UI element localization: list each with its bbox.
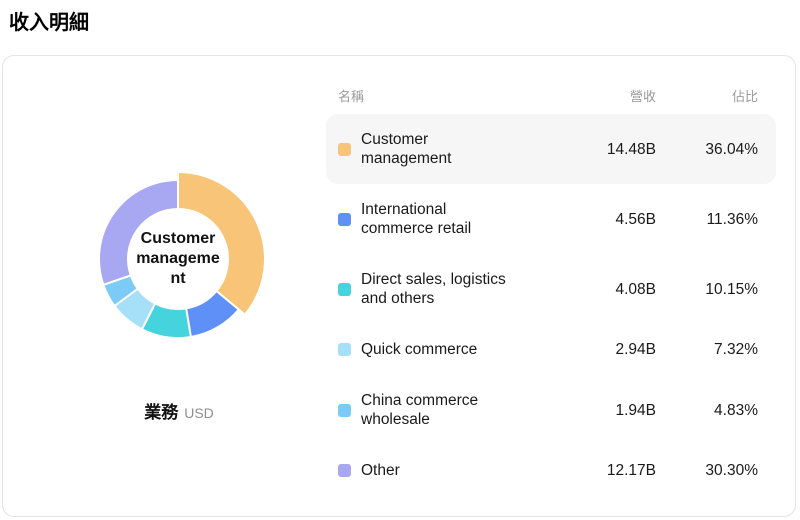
row-name-cell: International commerce retail [338, 200, 556, 238]
header-name: 名稱 [338, 88, 365, 104]
table-row[interactable]: Direct sales, logistics and others 4.08B 1… [326, 254, 776, 324]
series-share-value: 36.04% [705, 140, 758, 158]
series-name: Direct sales, logistics and others [361, 271, 506, 307]
page-title: 收入明細 [9, 12, 89, 34]
series-revenue-value: 1.94B [615, 401, 656, 419]
donut-center-label: Customer management [136, 230, 220, 287]
series-share-value: 10.15% [705, 280, 758, 298]
series-name: China commerce wholesale [361, 392, 479, 428]
series-revenue-value: 2.94B [615, 341, 656, 358]
row-name-cell: Direct sales, logistics and others [338, 270, 556, 308]
header-share: 佔比 [731, 88, 758, 104]
table-header-row: 名稱 營收 佔比 [326, 86, 776, 104]
table-body: Customer management 14.48B 36.04% Internati… [326, 114, 776, 496]
table-row[interactable]: Customer management 14.48B 36.04% [326, 114, 776, 184]
series-name: Customer management [361, 131, 452, 167]
series-color-swatch [338, 282, 351, 296]
series-revenue-value: 14.48B [606, 140, 656, 158]
series-revenue-value: 4.56B [615, 210, 656, 228]
dimension-label: 業務 USD [3, 398, 355, 423]
series-share-value: 4.83% [714, 401, 758, 419]
row-name-cell: Other [338, 461, 556, 480]
table-row[interactable]: China commerce wholesale 1.94B 4.83% [326, 375, 776, 445]
series-revenue-value: 12.17B [606, 462, 656, 479]
series-color-swatch [338, 403, 351, 417]
row-name-cell: Customer management [338, 130, 556, 168]
series-share-value: 7.32% [714, 341, 758, 358]
series-color-swatch [338, 343, 351, 356]
series-share-value: 11.36% [706, 210, 758, 228]
header-revenue: 營收 [629, 88, 656, 104]
legend-table: 名稱 營收 佔比 Customer management 14.48B 36.04%… [326, 86, 776, 496]
row-name-cell: China commerce wholesale [338, 391, 556, 429]
dimension-name: 業務 [144, 403, 179, 422]
series-name: Other [361, 462, 400, 479]
donut-chart-zone: Customer management 業務 USD [3, 56, 355, 516]
series-name: International commerce retail [361, 201, 472, 237]
table-row[interactable]: International commerce retail 4.56B 11.36% [326, 184, 776, 254]
row-name-cell: Quick commerce [338, 340, 556, 359]
table-row[interactable]: Quick commerce 2.94B 7.32% [326, 324, 776, 375]
series-color-swatch [338, 212, 351, 226]
series-share-value: 30.30% [705, 462, 758, 479]
table-row[interactable]: Other 12.17B 30.30% [326, 445, 776, 496]
series-name: Quick commerce [361, 341, 478, 358]
currency-unit-label: USD [184, 405, 214, 421]
series-revenue-value: 4.08B [615, 280, 656, 298]
series-color-swatch [338, 142, 351, 156]
series-color-swatch [338, 464, 351, 477]
revenue-breakdown-card: Customer management 業務 USD 名稱 營收 佔比 Custo… [2, 55, 796, 517]
